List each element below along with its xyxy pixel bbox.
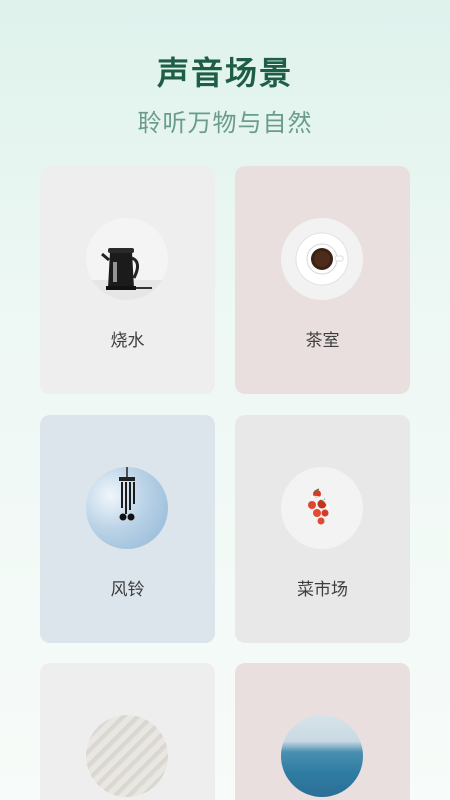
scene-card-tea-room[interactable]: 茶室 [235,166,410,394]
scene-card-wind-chime[interactable]: 风铃 [40,415,215,643]
coffee-cup-icon [281,218,363,300]
scene-label: 茶室 [305,331,340,351]
scene-grid: 烧水 茶室 风铃 菜市场 [0,0,450,800]
scene-card-sea[interactable] [235,663,410,800]
tomatoes-icon [281,467,363,549]
scene-card-boiling-water[interactable]: 烧水 [40,166,215,394]
kettle-icon [86,218,168,300]
scene-card-sand[interactable] [40,663,215,800]
scene-label: 菜市场 [297,580,348,600]
scene-card-market[interactable]: 菜市场 [235,415,410,643]
scene-label: 烧水 [110,331,145,351]
wind-chime-icon [86,467,168,549]
sea-icon [281,715,363,797]
scene-label: 风铃 [110,580,145,600]
sand-icon [86,715,168,797]
